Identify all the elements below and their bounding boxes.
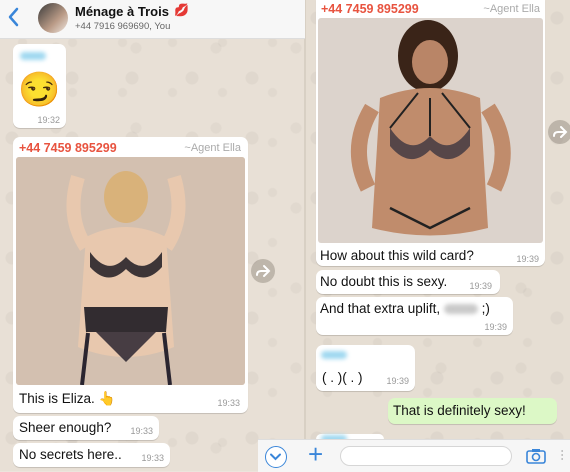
back-chevron-icon[interactable] (6, 6, 22, 28)
photo-message-bubble[interactable]: +44 7459 895299 ~Agent Ella How about th… (316, 0, 545, 266)
shared-photo[interactable] (16, 157, 245, 385)
chat-title: Ménage à Trois (75, 4, 169, 19)
message-input[interactable] (340, 446, 512, 466)
chat-header[interactable]: Ménage à Trois 💋 +44 7916 969690, You (0, 0, 305, 39)
message-text: No doubt this is sexy. (320, 274, 448, 289)
blurred-sender-name (321, 351, 347, 359)
message-time: 19:39 (484, 322, 507, 332)
chat-participants: +44 7916 969690, You (75, 21, 171, 32)
message-time: 19:39 (469, 281, 492, 291)
message-text: No secrets here.. (19, 447, 122, 462)
forward-button[interactable] (251, 259, 275, 283)
text-message-bubble[interactable]: ( . )( . ) 19:39 (316, 345, 415, 391)
message-time: 19:39 (386, 376, 409, 386)
text-message-bubble[interactable]: Sheer enough? 19:33 (13, 416, 159, 440)
sender-alias: ~Agent Ella (184, 142, 241, 154)
outgoing-message-bubble[interactable]: That is definitely sexy! (388, 398, 557, 424)
message-time: 19:33 (141, 453, 164, 463)
photo-caption: How about this wild card? (320, 248, 474, 263)
text-message-bubble[interactable]: No doubt this is sexy. 19:39 (316, 270, 500, 294)
message-time: 19:32 (37, 115, 60, 125)
message-time: 19:33 (130, 426, 153, 436)
plus-icon[interactable]: + (308, 441, 323, 467)
sender-number: +44 7459 895299 (19, 141, 117, 155)
wink-text: ;) (481, 301, 490, 316)
shared-photo[interactable] (318, 18, 543, 243)
lips-emoji: 💋 (174, 3, 189, 17)
camera-icon[interactable] (526, 448, 546, 464)
more-options[interactable]: ··· (556, 449, 570, 461)
text-message-bubble[interactable]: No secrets here.. 19:33 (13, 443, 170, 467)
avatar[interactable] (38, 3, 68, 33)
forward-icon (553, 126, 568, 138)
emoji-message-bubble[interactable]: 😏 19:32 (13, 44, 66, 128)
sender-number: +44 7459 895299 (321, 2, 419, 16)
forward-icon (256, 265, 271, 277)
blurred-text (443, 304, 478, 315)
message-text: Sheer enough? (19, 420, 112, 435)
text-message-bubble[interactable]: And that extra uplift, ;) 19:39 (316, 297, 513, 335)
pane-divider (304, 0, 306, 471)
photo-message-bubble[interactable]: +44 7459 895299 ~Agent Ella This is Eliz… (13, 137, 248, 413)
blurred-sender-name (20, 52, 46, 60)
message-time: 19:33 (217, 398, 240, 408)
sender-alias: ~Agent Ella (483, 3, 540, 15)
message-text-before: And that extra uplift, ;) (320, 301, 490, 316)
emoji-content: 😏 (18, 71, 61, 109)
message-text: And that extra uplift, (320, 301, 441, 316)
message-text: That is definitely sexy! (393, 403, 526, 418)
forward-button[interactable] (548, 120, 570, 144)
chevron-down-icon (270, 453, 281, 461)
message-time: 19:39 (516, 254, 539, 264)
message-text: ( . )( . ) (322, 370, 363, 385)
scroll-down-button[interactable] (265, 446, 287, 468)
photo-caption: This is Eliza. 👆 (19, 391, 116, 406)
